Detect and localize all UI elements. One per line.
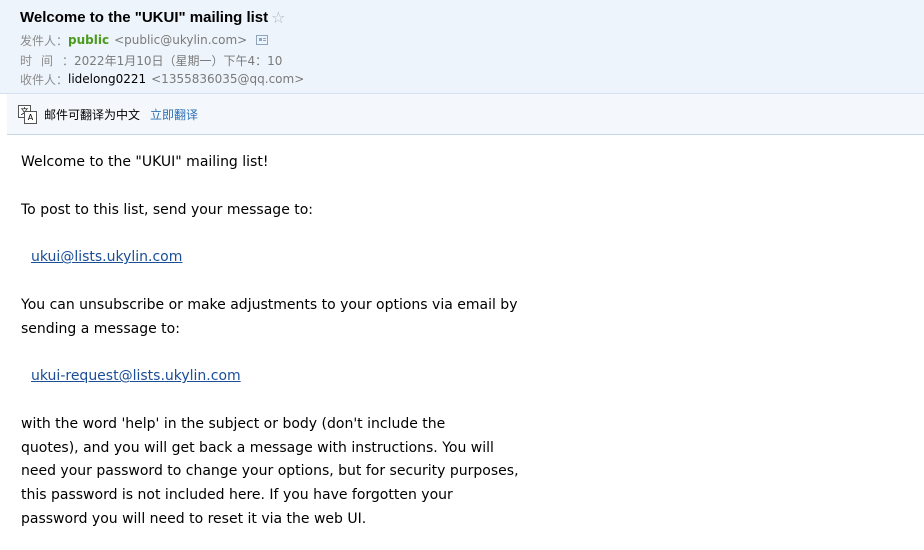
body-help-line1: with the word 'help' in the subject or b…: [21, 415, 446, 432]
time-label-chars: 时间: [20, 53, 63, 68]
from-row: 发件人： public <public@ukylin.com>: [20, 32, 269, 48]
time-label: 时间：: [20, 52, 74, 69]
request-email-link[interactable]: ukui-request@lists.ukylin.com: [31, 368, 241, 384]
body-welcome: Welcome to the "UKUI" mailing list!: [21, 154, 269, 170]
contact-card-icon[interactable]: [256, 35, 269, 45]
body-help-line2: quotes), and you will get back a message…: [21, 439, 494, 456]
translate-icon-glyph-b: A: [24, 111, 37, 124]
post-email-link[interactable]: ukui@lists.ukylin.com: [31, 249, 182, 265]
to-label: 收件人：: [20, 72, 69, 87]
sender-address[interactable]: <public@ukylin.com>: [114, 33, 247, 47]
star-icon[interactable]: ☆: [271, 8, 285, 27]
recipient-address[interactable]: <1355836035@qq.com>: [151, 72, 304, 86]
body-help-line4: this password is not included here. If y…: [21, 487, 453, 504]
sent-time: 2022年1月10日（星期一）下午4：10: [74, 53, 283, 68]
to-row: 收件人： lidelong0221 <1355836035@qq.com>: [20, 71, 304, 87]
sender-name[interactable]: public: [68, 33, 109, 47]
body-unsubscribe-line2: sending a message to:: [21, 320, 180, 337]
body-help-line3: need your password to change your option…: [21, 463, 519, 480]
body-unsubscribe-line1: You can unsubscribe or make adjustments …: [21, 296, 518, 313]
body-help-line5: password you will need to reset it via t…: [21, 510, 367, 527]
time-row: 时间： 2022年1月10日（星期一）下午4：10: [20, 52, 282, 68]
time-label-colon: ：: [62, 53, 75, 68]
translate-prompt: 邮件可翻译为中文: [44, 107, 141, 122]
email-body: Welcome to the "UKUI" mailing list! To p…: [21, 151, 901, 532]
translate-icon: 文 A: [18, 105, 37, 124]
translate-bar: 文 A 邮件可翻译为中文 立即翻译: [7, 94, 924, 135]
body-post-instructions: To post to this list, send your message …: [21, 201, 314, 218]
email-header: Welcome to the "UKUI" mailing list ☆ 发件人…: [0, 0, 924, 94]
recipient-name[interactable]: lidelong0221: [68, 72, 146, 86]
email-subject: Welcome to the "UKUI" mailing list: [20, 8, 269, 26]
translate-now-link[interactable]: 立即翻译: [150, 106, 198, 123]
from-label: 发件人：: [20, 33, 69, 48]
subject-row: Welcome to the "UKUI" mailing list ☆: [20, 7, 286, 27]
